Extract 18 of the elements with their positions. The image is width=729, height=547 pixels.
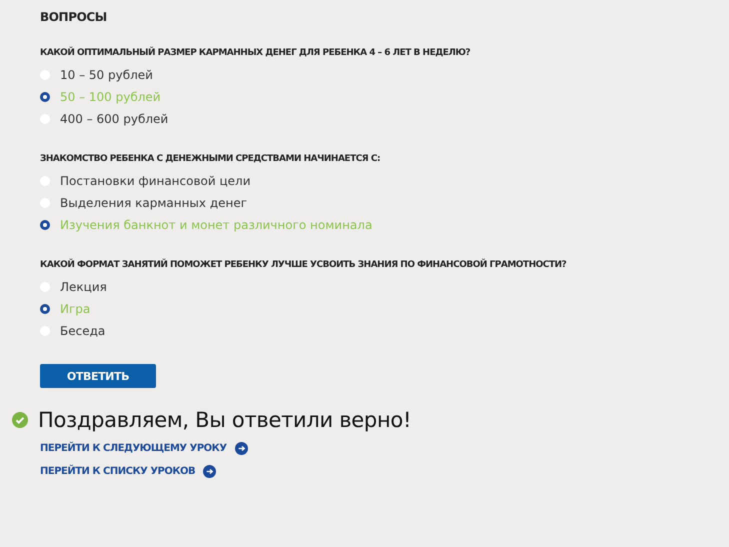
option-label[interactable]: Беседа [60, 324, 106, 338]
lesson-link[interactable]: ПЕРЕЙТИ К СПИСКУ УРОКОВ [40, 466, 196, 477]
radio-button[interactable] [40, 304, 50, 314]
option-label[interactable]: 10 – 50 рублей [60, 68, 153, 82]
section-title: ВОПРОСЫ [40, 10, 108, 24]
option-label[interactable]: Постановки финансовой цели [60, 174, 251, 188]
submit-button[interactable]: ОТВЕТИТЬ [40, 364, 156, 388]
question-text: КАКОЙ ОПТИМАЛЬНЫЙ РАЗМЕР КАРМАННЫХ ДЕНЕГ ДЛЯ РЕБЕНКА 4 – 6 ЛЕТ В НЕДЕЛЮ? [40, 46, 472, 60]
lesson-link[interactable]: ПЕРЕЙТИ К СЛЕДУЮЩЕМУ УРОКУ [40, 443, 227, 454]
question-text: ЗНАКОМСТВО РЕБЕНКА С ДЕНЕЖНЫМИ СРЕДСТВАМИ НАЧИНАЕТСЯ С: [40, 153, 382, 166]
option-label[interactable]: Лекция [60, 280, 107, 294]
option-label[interactable]: Выделения карманных денег [60, 196, 248, 210]
radio-button[interactable] [40, 92, 50, 102]
option-label[interactable]: 400 – 600 рублей [60, 112, 168, 126]
check-icon [12, 412, 28, 428]
success-message: Поздравляем, Вы ответили верно! [38, 408, 412, 432]
radio-button[interactable] [40, 220, 50, 230]
question-text: КАКОЙ ФОРМАТ ЗАНЯТИЙ ПОМОЖЕТ РЕБЕНКУ ЛУЧШЕ УСВОИТЬ ЗНАНИЯ ПО ФИНАНСОВОЙ ГРАМОТНОСТИ? [40, 258, 568, 272]
